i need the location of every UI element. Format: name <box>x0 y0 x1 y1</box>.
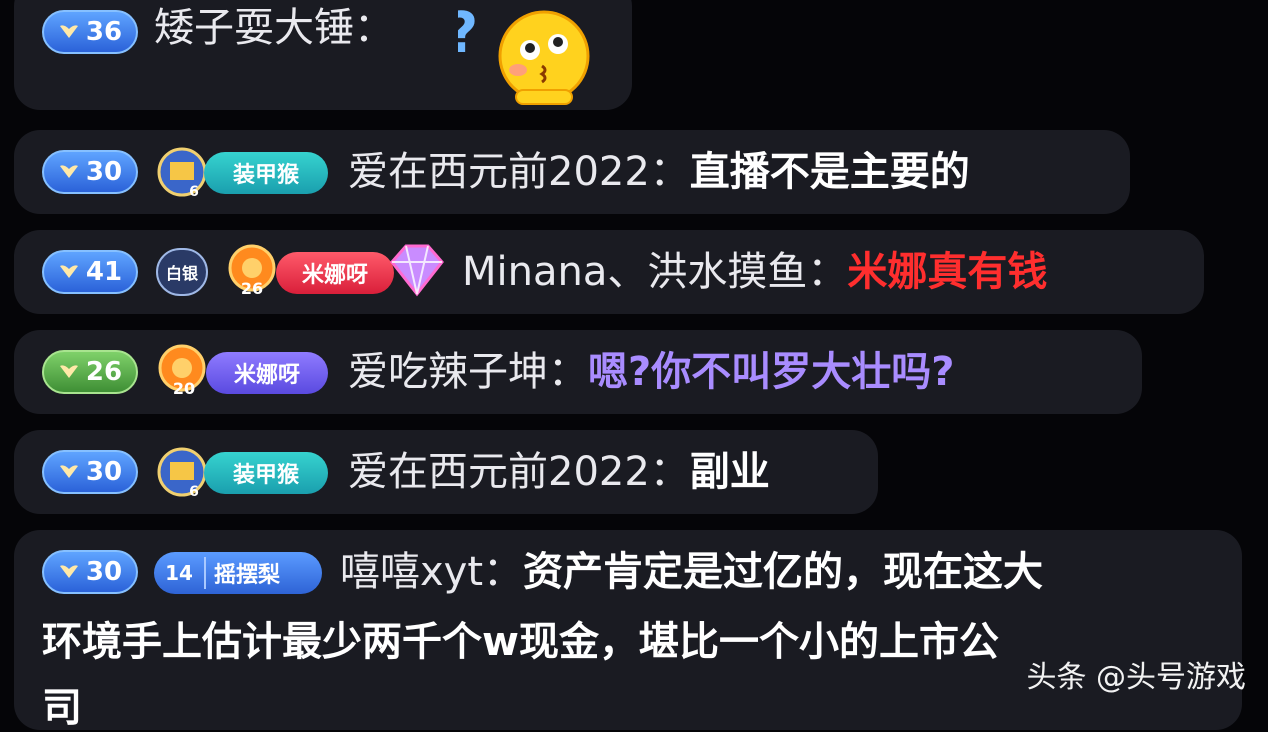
heart-icon <box>59 265 78 278</box>
rank-badge-label: 白银 <box>165 264 198 283</box>
fan-badge: 14 摇摆梨 <box>154 552 322 594</box>
svg-text:6: 6 <box>189 184 199 198</box>
chat-message: 41 白银 26 米娜呀 Minana、洪水摸鱼：米娜真有钱 <box>14 230 1204 314</box>
user-level-badge: 30 <box>42 450 138 494</box>
fan-badge-name: 装甲猴 <box>232 463 299 488</box>
heart-icon <box>59 465 78 478</box>
user-level-badge: 36 <box>42 10 138 54</box>
message-content: 爱在西元前2022：直播不是主要的 <box>348 149 970 195</box>
message-text: 米娜真有钱 <box>847 249 1048 295</box>
heart-icon <box>59 365 78 378</box>
fan-badge: 米娜呀 <box>276 252 394 294</box>
heart-icon <box>59 25 78 38</box>
armor-medal-icon: 6 <box>157 147 207 198</box>
fan-badge: 装甲猴 <box>204 152 328 194</box>
username[interactable]: Minana、洪水摸鱼 <box>462 249 807 295</box>
rank-badge: 白银 <box>156 248 208 296</box>
message-content: 嘻嘻xyt：资产肯定是过亿的，现在这大 <box>340 549 1044 595</box>
message-content: 矮子耍大锤： <box>154 5 394 51</box>
level-number: 30 <box>85 557 123 587</box>
user-level-badge: 26 <box>42 350 138 394</box>
message-text: 嗯?你不叫罗大壮吗? <box>588 349 955 395</box>
message-content: 爱吃辣子坤：嗯?你不叫罗大壮吗? <box>348 349 955 395</box>
user-level-badge: 30 <box>42 150 138 194</box>
fan-badge: 米娜呀 <box>206 352 328 394</box>
watermark: 头条 @头号游戏 <box>1026 660 1246 695</box>
message-content: Minana、洪水摸鱼：米娜真有钱 <box>462 249 1048 295</box>
fan-badge-name: 米娜呀 <box>301 263 368 288</box>
username[interactable]: 矮子耍大锤 <box>154 5 354 51</box>
svg-text:6: 6 <box>189 484 199 498</box>
fan-medal-icon: 26 <box>228 244 276 296</box>
chat-message: 30 6 装甲猴 爱在西元前2022：直播不是主要的 <box>14 130 1130 214</box>
chat-message: 30 14 摇摆梨 嘻嘻xyt：资产肯定是过亿的，现在这大 环境手上估计最少两千… <box>14 530 1242 731</box>
diamond-icon <box>390 244 444 297</box>
heart-icon <box>59 565 78 578</box>
fan-badge: 装甲猴 <box>204 452 328 494</box>
message-text: 直播不是主要的 <box>689 149 970 195</box>
level-number: 30 <box>85 457 123 487</box>
fan-medal-icon: 20 <box>158 344 206 396</box>
message-text-continued: 司 <box>42 685 82 731</box>
message-text: 资产肯定是过亿的，现在这大 <box>523 549 1044 595</box>
heart-icon <box>59 165 78 178</box>
armor-medal-icon: 6 <box>157 447 207 498</box>
level-number: 26 <box>85 357 123 387</box>
message-content: 爱在西元前2022：副业 <box>348 449 770 495</box>
chat-message: 26 20 米娜呀 爱吃辣子坤：嗯?你不叫罗大壮吗? <box>14 330 1142 414</box>
svg-text:26: 26 <box>241 279 263 296</box>
message-text: 副业 <box>689 449 770 495</box>
level-number: 30 <box>85 157 123 187</box>
username[interactable]: 爱在西元前2022 <box>348 449 650 495</box>
username[interactable]: 爱吃辣子坤 <box>348 349 548 395</box>
message-text-continued: 环境手上估计最少两千个w现金，堪比一个小的上市公 <box>42 619 999 665</box>
confused-emoji-icon: ? <box>458 1 590 105</box>
user-level-badge: 41 <box>42 250 138 294</box>
level-number: 41 <box>85 257 123 287</box>
fan-badge-level: 14 <box>165 561 193 585</box>
level-number: 36 <box>85 17 123 47</box>
user-level-badge: 30 <box>42 550 138 594</box>
fan-badge-name: 米娜呀 <box>233 363 300 388</box>
svg-text:20: 20 <box>173 379 195 396</box>
fan-badge-name: 装甲猴 <box>232 163 299 188</box>
chat-message: 36 矮子耍大锤： ? <box>14 0 632 110</box>
svg-text:?: ? <box>458 1 478 66</box>
username[interactable]: 嘻嘻xyt <box>340 549 483 595</box>
fan-badge-name: 摇摆梨 <box>204 557 280 589</box>
chat-message: 30 6 装甲猴 爱在西元前2022：副业 <box>14 430 878 514</box>
username[interactable]: 爱在西元前2022 <box>348 149 650 195</box>
